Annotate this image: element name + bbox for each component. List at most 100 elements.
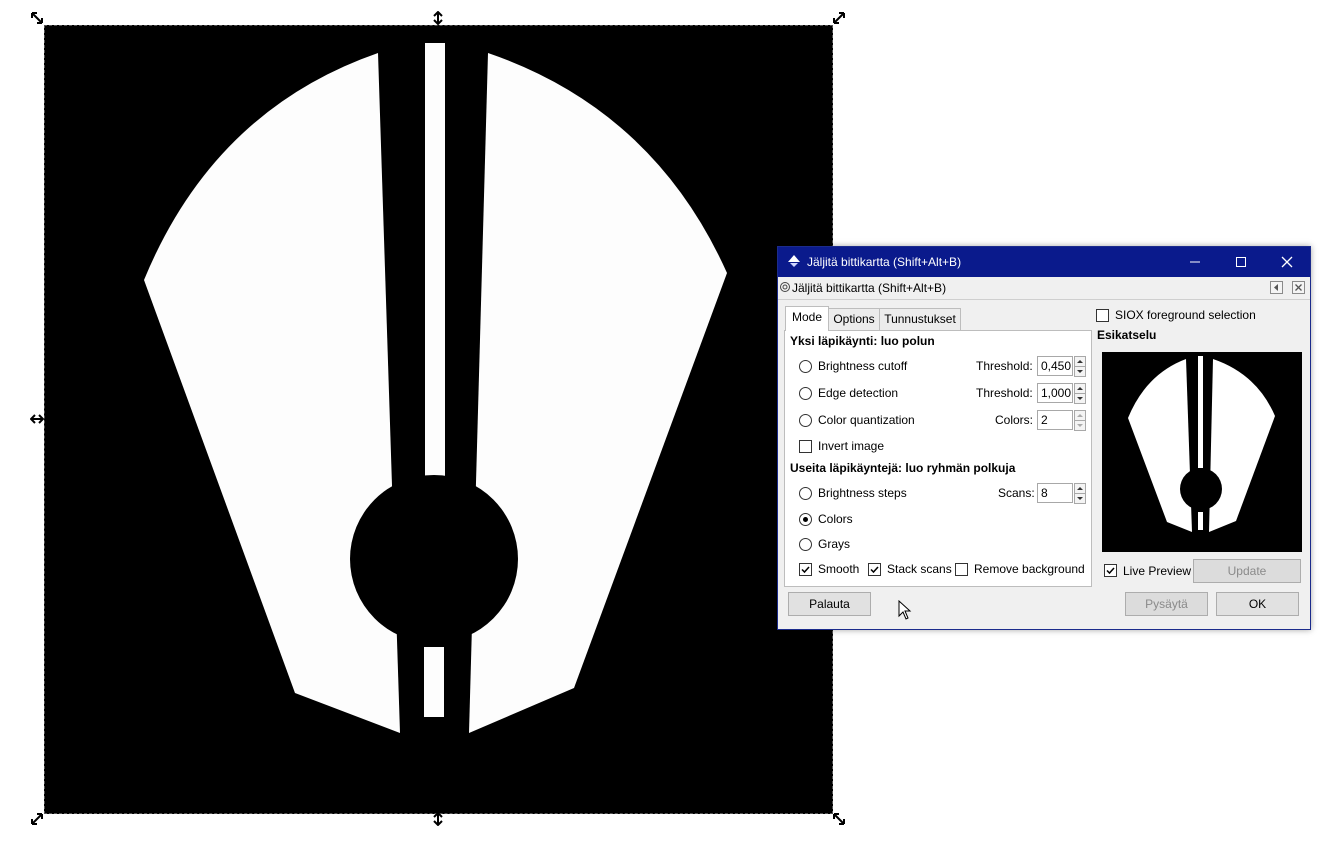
dock-iconify-button[interactable] bbox=[1270, 281, 1283, 294]
invert-image-checkbox[interactable] bbox=[799, 440, 812, 453]
maximize-button[interactable] bbox=[1218, 247, 1264, 277]
update-button[interactable]: Update bbox=[1193, 559, 1301, 583]
grays-radio[interactable] bbox=[799, 538, 812, 551]
smooth-label: Smooth bbox=[818, 562, 860, 576]
window-titlebar[interactable]: Jäljitä bittikartta (Shift+Alt+B) bbox=[778, 247, 1310, 277]
resize-diagonal-icon bbox=[833, 12, 845, 24]
color-quantization-radio[interactable] bbox=[799, 414, 812, 427]
bitmap-artwork bbox=[44, 25, 833, 814]
preview-heading: Esikatselu bbox=[1097, 328, 1157, 342]
arrow-down-icon bbox=[1077, 370, 1083, 373]
spin-down-button[interactable] bbox=[1074, 420, 1086, 431]
traced-bitmap-image[interactable] bbox=[44, 25, 833, 814]
scale-handle-bottom[interactable] bbox=[431, 812, 445, 826]
color-quantization-label: Color quantization bbox=[818, 413, 915, 427]
live-preview-label: Live Preview bbox=[1123, 564, 1192, 578]
bottom-bar-shape bbox=[424, 647, 444, 717]
stop-button[interactable]: Pysäytä bbox=[1125, 592, 1208, 616]
stack-scans-label: Stack scans bbox=[887, 562, 952, 576]
scans-label: Scans: bbox=[998, 486, 1035, 500]
siox-label: SIOX foreground selection bbox=[1115, 308, 1256, 322]
tab-mode[interactable]: Mode bbox=[785, 306, 829, 331]
single-scan-heading: Yksi läpikäynti: luo polun bbox=[790, 334, 935, 348]
reset-button[interactable]: Palauta bbox=[788, 592, 871, 616]
arrow-left-icon bbox=[1274, 284, 1278, 291]
brightness-threshold-field[interactable]: 0,450 bbox=[1037, 356, 1073, 376]
smooth-checkbox[interactable] bbox=[799, 563, 812, 576]
radio-selected-dot bbox=[803, 517, 808, 522]
remove-background-label: Remove background bbox=[974, 562, 1085, 576]
arrow-up-icon bbox=[1077, 414, 1083, 417]
arrow-down-icon bbox=[1077, 397, 1083, 400]
dock-title: Jäljitä bittikartta (Shift+Alt+B) bbox=[792, 281, 947, 295]
scale-handle-top-right[interactable] bbox=[832, 11, 846, 25]
arrow-down-icon bbox=[1077, 424, 1083, 427]
remove-background-checkbox[interactable] bbox=[955, 563, 968, 576]
brightness-cutoff-radio[interactable] bbox=[799, 360, 812, 373]
scale-handle-bottom-right[interactable] bbox=[832, 812, 846, 826]
close-button[interactable] bbox=[1264, 247, 1310, 277]
scale-handle-bottom-left[interactable] bbox=[30, 812, 44, 826]
minimize-button[interactable] bbox=[1172, 247, 1218, 277]
tab-credits[interactable]: Tunnustukset bbox=[879, 308, 961, 330]
brightness-steps-radio[interactable] bbox=[799, 487, 812, 500]
checkmark-icon bbox=[870, 566, 879, 574]
quantization-colors-field[interactable]: 2 bbox=[1037, 410, 1073, 430]
spin-down-button[interactable] bbox=[1074, 393, 1086, 404]
arrow-up-icon bbox=[1077, 387, 1083, 390]
resize-diagonal-icon bbox=[31, 813, 43, 825]
arrow-down-icon bbox=[1077, 497, 1083, 500]
brightness-threshold-label: Threshold: bbox=[976, 359, 1033, 373]
brightness-cutoff-label: Brightness cutoff bbox=[818, 359, 908, 373]
edge-detection-radio[interactable] bbox=[799, 387, 812, 400]
quantization-colors-spinner[interactable]: 2 bbox=[1037, 410, 1086, 431]
trace-bitmap-icon bbox=[779, 281, 791, 296]
tab-label: Tunnustukset bbox=[884, 312, 956, 326]
tab-label: Mode bbox=[791, 310, 823, 324]
inkscape-icon bbox=[787, 254, 801, 271]
scale-handle-top[interactable] bbox=[431, 11, 445, 25]
arrow-up-icon bbox=[1077, 487, 1083, 490]
scale-handle-left[interactable] bbox=[30, 412, 44, 426]
window-title: Jäljitä bittikartta (Shift+Alt+B) bbox=[807, 255, 962, 269]
quantization-colors-label: Colors: bbox=[995, 413, 1034, 427]
arrow-up-icon bbox=[1077, 360, 1083, 363]
multi-scan-heading: Useita läpikäyntejä: luo ryhmän polkuja bbox=[790, 461, 1016, 475]
stack-scans-checkbox[interactable] bbox=[868, 563, 881, 576]
preview-artwork bbox=[1102, 352, 1302, 552]
trace-bitmap-dialog: Jäljitä bittikartta (Shift+Alt+B) Jäljit… bbox=[777, 246, 1311, 630]
tab-options[interactable]: Options bbox=[828, 308, 880, 330]
dock-header: Jäljitä bittikartta (Shift+Alt+B) bbox=[778, 277, 1310, 300]
edge-threshold-spinner[interactable]: 1,000 bbox=[1037, 383, 1086, 404]
live-preview-checkbox[interactable] bbox=[1104, 564, 1117, 577]
spin-down-button[interactable] bbox=[1074, 366, 1086, 377]
scans-spinner[interactable]: 8 bbox=[1037, 483, 1086, 504]
scale-handle-top-left[interactable] bbox=[30, 11, 44, 25]
resize-vertical-icon bbox=[433, 11, 443, 25]
grays-label: Grays bbox=[818, 537, 851, 551]
edge-threshold-label: Threshold: bbox=[976, 386, 1033, 400]
siox-checkbox[interactable] bbox=[1096, 309, 1109, 322]
edge-detection-label: Edge detection bbox=[818, 386, 899, 400]
ok-button[interactable]: OK bbox=[1216, 592, 1299, 616]
close-icon bbox=[1281, 256, 1293, 268]
scans-field[interactable]: 8 bbox=[1037, 483, 1073, 503]
checkmark-icon bbox=[1106, 567, 1115, 575]
resize-horizontal-icon bbox=[30, 414, 44, 424]
checkmark-icon bbox=[801, 566, 810, 574]
maximize-icon bbox=[1236, 257, 1246, 267]
colors-radio[interactable] bbox=[799, 513, 812, 526]
invert-image-label: Invert image bbox=[818, 439, 885, 453]
mouse-cursor-icon bbox=[898, 599, 912, 623]
edge-threshold-field[interactable]: 1,000 bbox=[1037, 383, 1073, 403]
dock-close-button[interactable] bbox=[1292, 281, 1305, 294]
brightness-steps-label: Brightness steps bbox=[818, 486, 907, 500]
spin-down-button[interactable] bbox=[1074, 493, 1086, 504]
minimize-icon bbox=[1190, 261, 1200, 263]
trace-preview bbox=[1102, 352, 1302, 552]
center-circle-shape bbox=[350, 475, 518, 643]
colors-label: Colors bbox=[818, 512, 853, 526]
resize-diagonal-icon bbox=[31, 12, 43, 24]
brightness-threshold-spinner[interactable]: 0,450 bbox=[1037, 356, 1086, 377]
top-bar-shape bbox=[425, 43, 445, 479]
